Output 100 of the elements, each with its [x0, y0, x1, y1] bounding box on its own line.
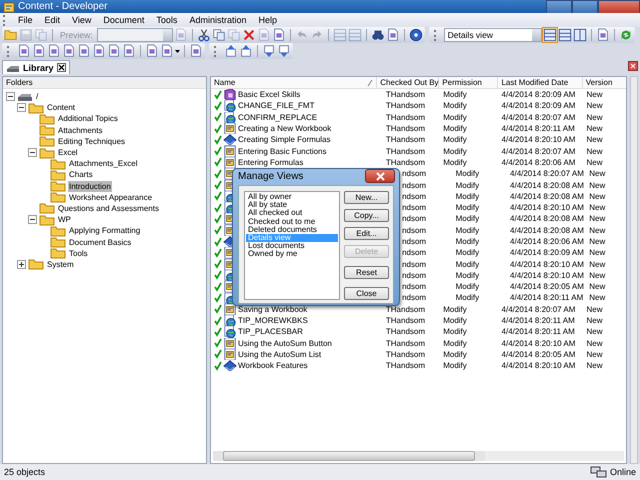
document-icon[interactable]: [596, 28, 610, 42]
collapse-icon[interactable]: [17, 103, 26, 112]
document-icon[interactable]: [47, 44, 61, 58]
grid-icon[interactable]: [558, 28, 572, 42]
document-icon[interactable]: [17, 44, 31, 58]
tree-item[interactable]: System: [46, 258, 75, 270]
document-name[interactable]: Creating Simple Formulas: [238, 134, 330, 146]
document-icon[interactable]: [386, 28, 400, 42]
table-cell: New: [589, 292, 606, 304]
scissors-icon[interactable]: [196, 28, 211, 42]
list-item[interactable]: All checked out: [246, 209, 338, 218]
upload-icon[interactable]: [224, 44, 238, 58]
tree-item[interactable]: Tools: [68, 248, 89, 259]
download-icon[interactable]: [262, 44, 276, 58]
library-tab[interactable]: Library: [2, 60, 70, 74]
document-icon[interactable]: [189, 44, 203, 58]
close-button[interactable]: [598, 0, 640, 14]
menu-item[interactable]: Administration: [183, 15, 252, 25]
document-name[interactable]: CHANGE_FILE_FMT: [238, 100, 314, 112]
menu-item[interactable]: Tools: [150, 15, 184, 25]
document-icon[interactable]: [62, 44, 76, 58]
list-item[interactable]: Deleted documents: [246, 226, 338, 234]
tree-item[interactable]: Charts: [68, 169, 94, 180]
tree-item[interactable]: Questions and Assessments: [57, 202, 160, 214]
list-item[interactable]: All by state: [246, 201, 338, 210]
dialog-button[interactable]: Reset: [344, 266, 389, 279]
column-header[interactable]: Last Modified Date: [498, 77, 583, 88]
document-name[interactable]: Entering Formulas: [238, 156, 304, 168]
folder-icon: [50, 236, 66, 248]
tree-item[interactable]: Editing Techniques: [57, 136, 126, 147]
close-icon[interactable]: [628, 61, 638, 71]
document-icon[interactable]: [160, 44, 174, 58]
column-header[interactable]: Version: [582, 77, 626, 88]
tree-item[interactable]: Worksheet Appearance: [68, 192, 154, 203]
collapse-icon[interactable]: [6, 92, 15, 102]
tree-item[interactable]: Introduction: [68, 180, 112, 192]
document-name[interactable]: Workbook Features: [238, 360, 308, 372]
tree-item[interactable]: Document Basics: [68, 236, 132, 248]
horizontal-scrollbar[interactable]: [213, 451, 624, 461]
dialog-button[interactable]: Edit...: [344, 227, 389, 240]
document-icon[interactable]: [145, 44, 159, 58]
document-name[interactable]: Basic Excel Skills: [238, 89, 300, 100]
dialog-button[interactable]: Copy...: [344, 209, 389, 222]
document-icon[interactable]: [107, 44, 121, 58]
dialog-button[interactable]: New...: [344, 191, 389, 204]
document-icon[interactable]: [32, 44, 46, 58]
tree-item[interactable]: Content: [46, 102, 76, 114]
tree-item[interactable]: Attachments: [57, 124, 104, 136]
menu-item[interactable]: Document: [97, 15, 150, 25]
close-button[interactable]: [365, 169, 395, 183]
expand-icon[interactable]: [17, 260, 26, 269]
dialog-button[interactable]: Close: [344, 287, 389, 300]
maximize-button[interactable]: [572, 0, 598, 14]
tree-item[interactable]: WP: [57, 214, 72, 226]
delete-icon[interactable]: [242, 28, 256, 42]
collapse-icon[interactable]: [28, 148, 37, 158]
tree-item[interactable]: Additional Topics: [57, 113, 119, 124]
document-name[interactable]: TIP_MOREWKBKS: [238, 315, 308, 326]
collapse-icon[interactable]: [28, 215, 37, 224]
columns-icon[interactable]: [572, 28, 587, 42]
list-item[interactable]: Checked out to me: [246, 218, 338, 226]
document-icon[interactable]: [122, 44, 136, 58]
column-header[interactable]: Checked Out By: [377, 77, 440, 88]
document-name[interactable]: Using the AutoSum List: [238, 348, 322, 360]
minimize-button[interactable]: [546, 0, 572, 14]
tree-item[interactable]: /: [35, 91, 40, 102]
binoculars-icon[interactable]: [370, 28, 385, 42]
tree-item[interactable]: Attachments_Excel: [68, 158, 138, 170]
menu-item[interactable]: View: [66, 15, 98, 25]
preview-label: Preview:: [59, 30, 94, 40]
copy-icon[interactable]: [212, 28, 226, 42]
menu-item[interactable]: Help: [252, 15, 283, 25]
grid-icon[interactable]: [542, 28, 557, 42]
view-dropdown[interactable]: Details view: [444, 28, 542, 42]
document-icon[interactable]: [272, 28, 286, 42]
table-cell: THandsom: [386, 156, 426, 168]
document-icon[interactable]: [92, 44, 106, 58]
document-name[interactable]: TIP_PLACESBAR: [238, 326, 303, 338]
download-icon[interactable]: [277, 44, 291, 58]
vertical-scrollbar[interactable]: [630, 76, 638, 464]
document-name[interactable]: Creating a New Workbook: [238, 123, 332, 134]
upload-icon[interactable]: [239, 44, 253, 58]
document-name[interactable]: Saving a Workbook: [238, 304, 308, 315]
column-header[interactable]: Permission: [439, 77, 498, 88]
document-name[interactable]: Entering Basic Functions: [238, 146, 326, 157]
tree-item[interactable]: Applying Formatting: [68, 225, 142, 236]
menu-item[interactable]: File: [12, 15, 39, 25]
views-list[interactable]: All by owner All by state All checked out Checked out to me Deleted documents Details view Lost documents Owned by me: [244, 191, 340, 300]
refresh-icon[interactable]: [618, 28, 633, 42]
column-header[interactable]: Name: [211, 77, 378, 88]
document-icon[interactable]: [77, 44, 91, 58]
list-item[interactable]: Owned by me: [246, 250, 338, 258]
list-item[interactable]: Lost documents: [246, 242, 338, 250]
tree-item[interactable]: Excel: [57, 147, 79, 158]
list-item[interactable]: All by owner: [246, 193, 338, 202]
menu-item[interactable]: Edit: [38, 15, 66, 25]
document-name[interactable]: CONFIRM_REPLACE: [238, 112, 318, 123]
scrollbar-thumb[interactable]: [223, 451, 475, 461]
close-icon[interactable]: [56, 63, 66, 72]
document-name[interactable]: Using the AutoSum Button: [238, 338, 332, 349]
